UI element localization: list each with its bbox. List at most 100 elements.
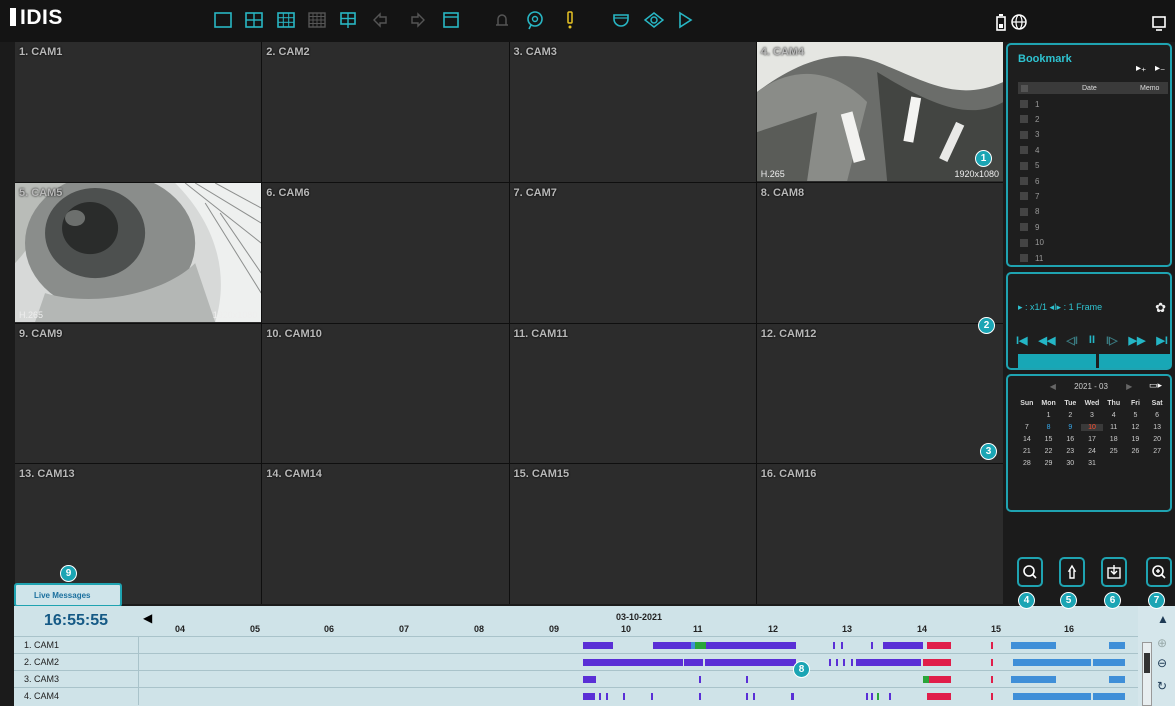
bookmark-row[interactable]: 3: [1020, 129, 1039, 141]
bookmark-checkbox[interactable]: [1020, 130, 1028, 139]
bookmark-checkbox[interactable]: [1020, 238, 1028, 247]
camera-tile[interactable]: 2. CAM2: [262, 42, 509, 182]
calendar-day[interactable]: 20: [1146, 436, 1168, 443]
calendar-day[interactable]: 13: [1146, 424, 1168, 431]
camera-tile[interactable]: 12. CAM12: [756, 323, 1003, 464]
calendar-day[interactable]: 21: [1016, 448, 1038, 455]
bookmark-checkbox[interactable]: [1020, 177, 1028, 185]
bookmark-row[interactable]: 10: [1020, 237, 1044, 249]
sixteen-layout-icon[interactable]: [306, 9, 328, 31]
calendar-day[interactable]: 2: [1059, 412, 1081, 419]
camera-tile[interactable]: 10. CAM10: [262, 323, 509, 464]
fast-forward-icon[interactable]: ▶▶: [1129, 334, 1146, 347]
play-icon[interactable]: [674, 9, 696, 31]
next-month-icon[interactable]: ▶: [1126, 382, 1132, 391]
step-forward-icon[interactable]: I▷: [1106, 334, 1118, 347]
calendar-day[interactable]: 6: [1146, 412, 1168, 419]
calendar-day[interactable]: 11: [1103, 424, 1125, 431]
alarm-icon[interactable]: [491, 9, 513, 31]
remove-bookmark-icon[interactable]: ▸₋: [1155, 63, 1165, 74]
camera-tile[interactable]: 3. CAM3: [509, 42, 756, 182]
bookmark-checkbox[interactable]: [1020, 192, 1028, 201]
dewarp-icon[interactable]: [643, 9, 665, 31]
bookmark-row[interactable]: 5: [1020, 160, 1039, 172]
bookmark-row[interactable]: 7: [1020, 190, 1039, 202]
calendar-day[interactable]: 27: [1146, 448, 1168, 455]
bookmark-checkbox[interactable]: [1020, 254, 1028, 262]
scrollbar-thumb[interactable]: [1144, 653, 1150, 673]
calendar-day[interactable]: 24: [1081, 448, 1103, 455]
calendar-day[interactable]: 23: [1059, 448, 1081, 455]
collapse-icon[interactable]: ▲: [1157, 612, 1169, 626]
select-all-checkbox[interactable]: [1021, 84, 1028, 92]
nine-layout-icon[interactable]: [275, 9, 297, 31]
calendar-day[interactable]: 31: [1081, 460, 1103, 467]
export-button[interactable]: [1101, 557, 1127, 587]
search-button[interactable]: [1017, 557, 1043, 587]
bookmark-row[interactable]: 4: [1020, 144, 1039, 156]
camera-tile[interactable]: 1. CAM1: [15, 42, 262, 182]
timeline-track[interactable]: [138, 654, 1138, 671]
timeline-track[interactable]: [138, 637, 1138, 654]
playback-forward-bar[interactable]: [1099, 354, 1171, 368]
settings-gear-icon[interactable]: ✿: [1155, 300, 1166, 316]
go-end-icon[interactable]: ▶I: [1156, 334, 1168, 347]
live-messages-button[interactable]: Live Messages: [14, 583, 122, 607]
bookmark-row[interactable]: 9: [1020, 221, 1039, 233]
bookmark-row[interactable]: 6: [1020, 175, 1039, 187]
bookmark-row[interactable]: 1: [1020, 98, 1039, 110]
calendar-day[interactable]: 12: [1125, 424, 1147, 431]
camera-tile[interactable]: 7. CAM7: [509, 182, 756, 323]
bookmark-checkbox[interactable]: [1020, 146, 1028, 155]
prev-month-icon[interactable]: ◀: [1050, 382, 1056, 391]
ptz-icon[interactable]: [610, 9, 632, 31]
calendar-day[interactable]: 1: [1038, 412, 1060, 419]
timeline-row[interactable]: 3. CAM3: [14, 670, 1138, 688]
bookmark-checkbox[interactable]: [1020, 223, 1028, 232]
camera-tile[interactable]: 9. CAM9: [15, 323, 262, 464]
camera-tile[interactable]: 6. CAM6: [262, 182, 509, 323]
calendar-day[interactable]: 14: [1016, 436, 1038, 443]
quad-layout-icon[interactable]: [243, 9, 265, 31]
calendar-day[interactable]: 19: [1125, 436, 1147, 443]
calendar-day[interactable]: 3: [1081, 412, 1103, 419]
calendar-day[interactable]: 15: [1038, 436, 1060, 443]
bookmark-row[interactable]: 11: [1020, 252, 1043, 264]
pause-icon[interactable]: II: [1089, 334, 1095, 347]
bookmark-row[interactable]: 8: [1020, 206, 1039, 218]
timeline-back-icon[interactable]: ◀: [143, 611, 152, 625]
single-layout-icon[interactable]: [212, 9, 234, 31]
event-icon[interactable]: [559, 9, 581, 31]
calendar-day[interactable]: 28: [1016, 460, 1038, 467]
bookmark-checkbox[interactable]: [1020, 115, 1028, 124]
timeline-scrollbar[interactable]: [1142, 642, 1152, 706]
bookmark-checkbox[interactable]: [1020, 100, 1028, 108]
calendar-day[interactable]: 26: [1125, 448, 1147, 455]
next-page-icon[interactable]: [407, 9, 429, 31]
panic-record-icon[interactable]: [524, 9, 546, 31]
step-backward-icon[interactable]: ◁I: [1066, 334, 1078, 347]
zoom-out-timeline-icon[interactable]: ⊖: [1157, 656, 1167, 670]
refresh-icon[interactable]: ↻: [1157, 679, 1167, 693]
playback-backward-bar[interactable]: [1018, 354, 1096, 368]
custom-layout-icon[interactable]: [337, 9, 359, 31]
calendar-day[interactable]: 25: [1103, 448, 1125, 455]
timeline-row[interactable]: 2. CAM2: [14, 653, 1138, 671]
timeline-row[interactable]: 4. CAM4: [14, 687, 1138, 705]
calendar-day[interactable]: 22: [1038, 448, 1060, 455]
previous-page-icon[interactable]: [369, 9, 391, 31]
fullscreen-icon[interactable]: [440, 9, 462, 31]
camera-tile[interactable]: 5. CAM5 H.265 1920x1080: [15, 182, 262, 323]
timeline-track[interactable]: [138, 671, 1138, 688]
bookmark-checkbox[interactable]: [1020, 207, 1028, 216]
camera-tile[interactable]: 14. CAM14: [262, 464, 509, 604]
calendar-day[interactable]: 18: [1103, 436, 1125, 443]
timeline-track[interactable]: [138, 688, 1138, 705]
calendar-day[interactable]: 10: [1081, 424, 1103, 431]
add-bookmark-icon[interactable]: ▸₊: [1136, 63, 1146, 74]
camera-tile[interactable]: 15. CAM15: [509, 464, 756, 604]
calendar-day[interactable]: 5: [1125, 412, 1147, 419]
calendar-day[interactable]: 9: [1059, 424, 1081, 431]
window-icon[interactable]: [1148, 11, 1170, 33]
globe-icon[interactable]: [1008, 11, 1030, 33]
